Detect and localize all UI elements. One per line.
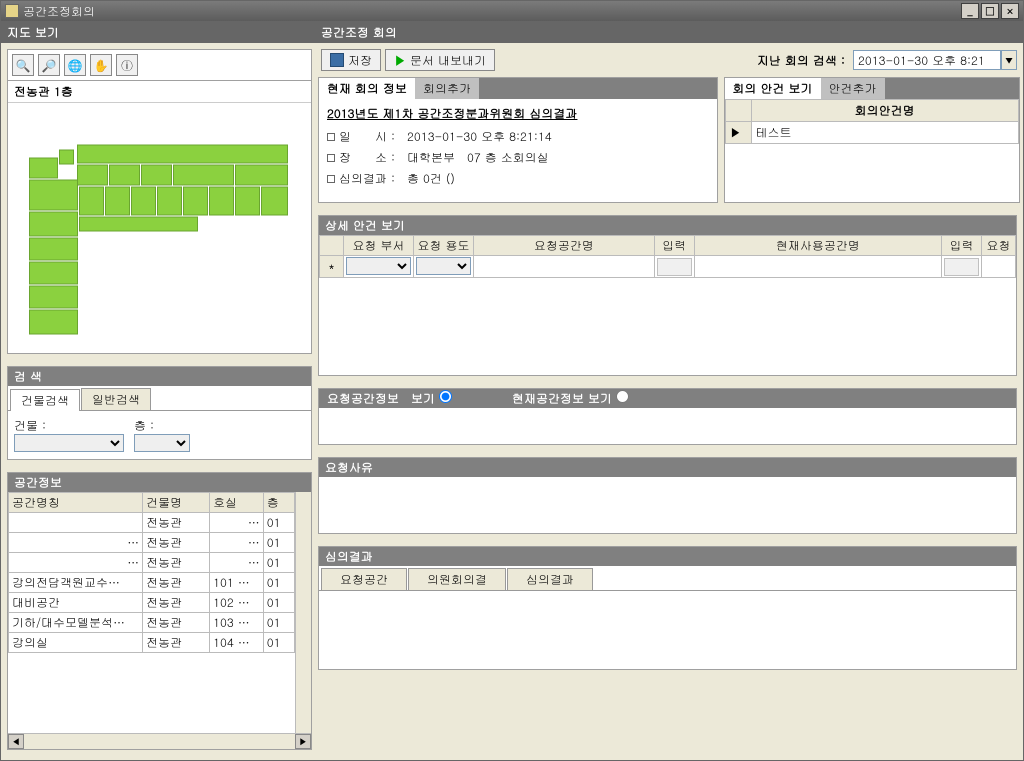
col-floor[interactable]: 층 [263, 493, 294, 513]
result-header: 심의결과 [319, 547, 1016, 566]
tab-result[interactable]: 심의결과 [507, 568, 593, 590]
table-row: …전농관…01 [9, 533, 295, 553]
table-row: 전농관…01 [9, 513, 295, 533]
meeting-header: 공간조정 회의 [315, 21, 1023, 43]
space-info-panel: 공간정보 공간명칭 건물명 호실 층 전농관 [7, 472, 312, 750]
space-info-header: 공간정보 [8, 473, 311, 492]
scroll-right-icon[interactable]: ▶ [295, 734, 311, 749]
table-row: * [320, 256, 1016, 278]
col-agenda-name: 회의안건명 [751, 100, 1018, 122]
table-row: 대비공간전농관102 …01 [9, 593, 295, 613]
tab-meeting-info[interactable]: 현재 회의 정보 [319, 78, 415, 99]
search-header: 검 색 [8, 367, 311, 386]
maximize-button[interactable]: □ [981, 3, 999, 19]
tab-general-search[interactable]: 일반검색 [81, 388, 151, 410]
globe-icon[interactable]: 🌐 [64, 54, 86, 76]
col-building[interactable]: 건물명 [143, 493, 210, 513]
meeting-info-box: 현재 회의 정보 회의추가 2013년도 제1차 공간조정분과위원회 심의결과 … [318, 77, 718, 203]
table-row: ▶테스트 [725, 122, 1018, 144]
vertical-scrollbar[interactable] [295, 492, 311, 733]
tab-agenda-add[interactable]: 안건추가 [821, 78, 885, 99]
opt-req-space-view[interactable]: 요청공간정보 보기 [327, 390, 452, 407]
tab-meeting-add[interactable]: 회의추가 [415, 78, 479, 99]
agenda-box: 회의 안건 보기 안건추가 회의안건명 ▶테스트 [724, 77, 1020, 203]
horizontal-scrollbar[interactable]: ◀ ▶ [8, 733, 311, 749]
view-options-panel: 요청공간정보 보기 현재공간정보 보기 [318, 388, 1017, 445]
detail-grid[interactable]: 요청 부서 요청 용도 요청공간명 입력 현재사용공간명 입력 요청 [319, 235, 1016, 278]
col-room[interactable]: 호실 [210, 493, 264, 513]
past-meeting-date[interactable] [853, 50, 1001, 70]
space-info-table[interactable]: 공간명칭 건물명 호실 층 전농관…01 …전농관…01 …전농관…01 강의전… [8, 492, 295, 653]
titlebar: 공간조정회의 _ □ × [1, 1, 1023, 21]
date-dropdown-icon[interactable]: ▼ [1001, 50, 1017, 70]
search-panel: 검 색 건물검색 일반검색 건물 : 층 : [7, 366, 312, 460]
detail-header: 상세 안건 보기 [319, 216, 1016, 235]
map-panel: 🔍 🔎 🌐 ✋ ⓘ 전농관 1층 [7, 49, 312, 354]
app-window: 공간조정회의 _ □ × 지도 보기 🔍 🔎 🌐 ✋ ⓘ 전농관 1층 [0, 0, 1024, 761]
table-row: 강의전담객원교수…전농관101 …01 [9, 573, 295, 593]
request-reason-panel: 요청사유 [318, 457, 1017, 534]
tab-agenda-view[interactable]: 회의 안건 보기 [725, 78, 821, 99]
dept-select[interactable] [346, 257, 411, 275]
search-tabs: 건물검색 일반검색 [8, 386, 311, 411]
map-toolbar: 🔍 🔎 🌐 ✋ ⓘ [8, 50, 311, 81]
table-row: …전농관…01 [9, 553, 295, 573]
tab-building-search[interactable]: 건물검색 [10, 389, 80, 411]
past-search-label: 지난 회의 검색 : [757, 52, 845, 69]
save-button[interactable]: 저장 [321, 49, 381, 71]
zoom-out-icon[interactable]: 🔎 [38, 54, 60, 76]
play-icon: ▶ [394, 52, 406, 69]
left-column: 지도 보기 🔍 🔎 🌐 ✋ ⓘ 전농관 1층 [1, 21, 315, 760]
minimize-button[interactable]: _ [961, 3, 979, 19]
window-title: 공간조정회의 [23, 3, 95, 20]
use-select[interactable] [416, 257, 471, 275]
opt-cur-space-view[interactable]: 현재공간정보 보기 [512, 390, 629, 407]
meeting-title: 2013년도 제1차 공간조정분과위원회 심의결과 [327, 105, 709, 122]
building-label: 건물 : [14, 417, 46, 434]
reason-header: 요청사유 [319, 458, 1016, 477]
map-canvas[interactable] [8, 103, 311, 353]
scroll-left-icon[interactable]: ◀ [8, 734, 24, 749]
agenda-table[interactable]: 회의안건명 ▶테스트 [725, 99, 1019, 144]
close-button[interactable]: × [1001, 3, 1019, 19]
tab-committee[interactable]: 의원회의결 [408, 568, 506, 590]
col-space-name[interactable]: 공간명칭 [9, 493, 143, 513]
info-icon[interactable]: ⓘ [116, 54, 138, 76]
export-button[interactable]: ▶ 문서 내보내기 [385, 49, 495, 71]
top-actions: 저장 ▶ 문서 내보내기 지난 회의 검색 : ▼ [315, 43, 1023, 77]
map-title: 전농관 1층 [8, 81, 311, 103]
input2-field[interactable] [944, 258, 979, 276]
save-icon [330, 53, 344, 67]
floor-label: 층 : [134, 417, 154, 434]
tab-req-space[interactable]: 요청공간 [321, 568, 407, 590]
app-icon [5, 4, 19, 18]
input1-field[interactable] [657, 258, 692, 276]
map-view-header: 지도 보기 [1, 21, 315, 43]
pan-icon[interactable]: ✋ [90, 54, 112, 76]
building-select[interactable] [14, 434, 124, 452]
floor-select[interactable] [134, 434, 190, 452]
table-row: 강의실전농관104 …01 [9, 633, 295, 653]
detail-agenda-panel: 상세 안건 보기 요청 부서 요청 용도 요청공간명 입력 현재사용공간명 입 [318, 215, 1017, 376]
right-column: 공간조정 회의 저장 ▶ 문서 내보내기 지난 회의 검색 : ▼ [315, 21, 1023, 760]
table-row: 기하/대수모델분석…전농관103 …01 [9, 613, 295, 633]
zoom-in-icon[interactable]: 🔍 [12, 54, 34, 76]
deliberation-result-panel: 심의결과 요청공간 의원회의결 심의결과 [318, 546, 1017, 670]
